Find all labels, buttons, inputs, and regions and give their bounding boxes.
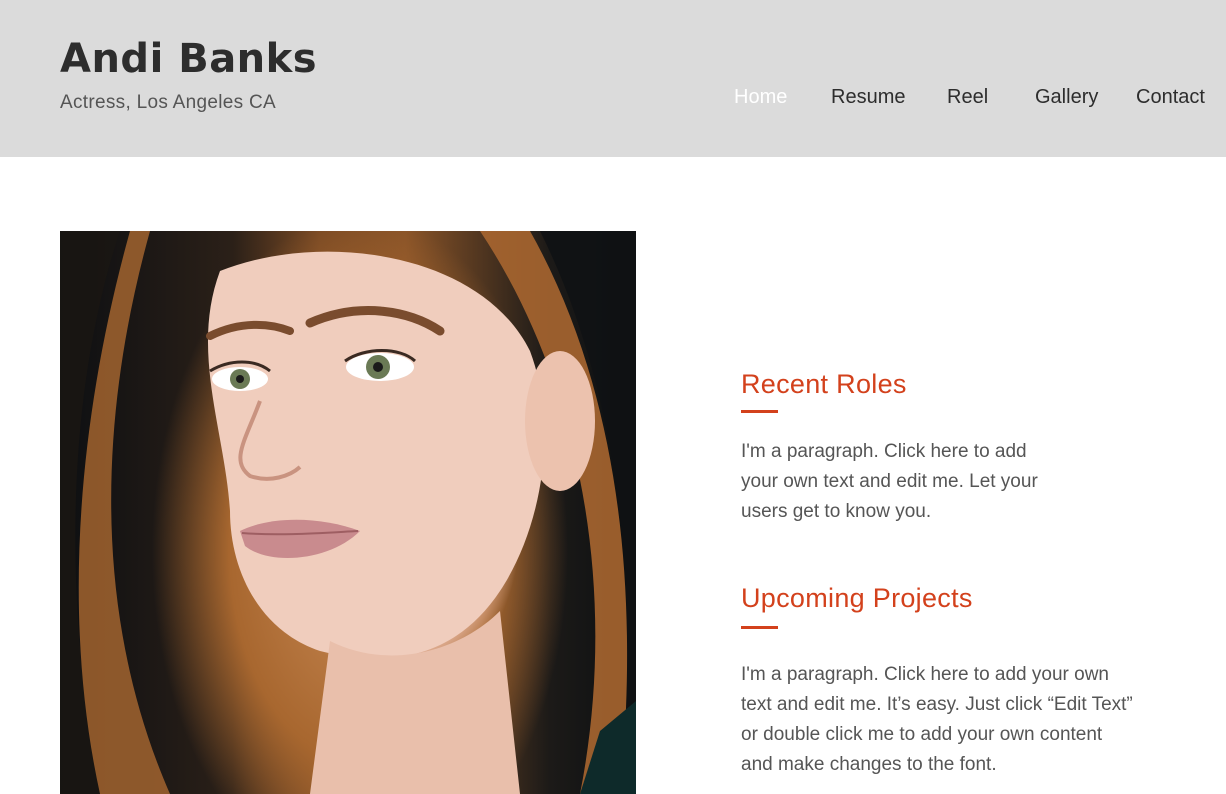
paragraph-line: text and edit me. It’s easy. Just click … xyxy=(741,694,1133,715)
site-title[interactable]: Andi Banks xyxy=(60,36,317,82)
main-nav: Home Resume Reel Gallery Contact xyxy=(0,86,1226,116)
recent-roles-paragraph[interactable]: I'm a paragraph. Click here to add your … xyxy=(741,437,1038,527)
nav-item-reel[interactable]: Reel xyxy=(947,86,988,109)
paragraph-line: I'm a paragraph. Click here to add your … xyxy=(741,664,1109,685)
paragraph-line: and make changes to the font. xyxy=(741,754,997,775)
nav-item-home[interactable]: Home xyxy=(734,86,787,109)
paragraph-line: your own text and edit me. Let your xyxy=(741,471,1038,492)
recent-roles-heading: Recent Roles xyxy=(741,369,907,399)
nav-item-contact[interactable]: Contact xyxy=(1136,86,1205,109)
nav-item-resume[interactable]: Resume xyxy=(831,86,905,109)
headshot-photo xyxy=(60,231,636,794)
recent-roles-accent-bar xyxy=(741,410,778,413)
paragraph-line: or double click me to add your own conte… xyxy=(741,724,1103,745)
paragraph-line: users get to know you. xyxy=(741,501,932,522)
paragraph-line: I'm a paragraph. Click here to add xyxy=(741,441,1027,462)
upcoming-projects-paragraph[interactable]: I'm a paragraph. Click here to add your … xyxy=(741,660,1133,780)
headshot-illustration xyxy=(60,231,636,794)
upcoming-projects-accent-bar xyxy=(741,626,778,629)
nav-item-gallery[interactable]: Gallery xyxy=(1035,86,1098,109)
upcoming-projects-heading: Upcoming Projects xyxy=(741,583,973,613)
site-header: Andi Banks Actress, Los Angeles CA Home … xyxy=(0,0,1226,157)
